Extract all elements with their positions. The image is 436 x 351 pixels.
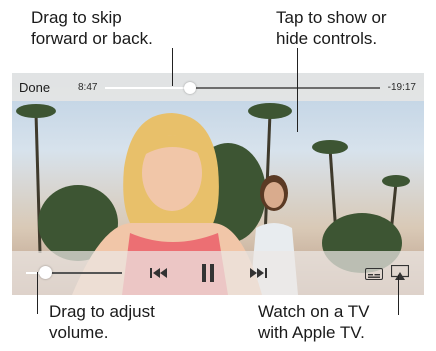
airplay-icon (391, 265, 409, 280)
leader-tv (398, 275, 399, 315)
callout-tap-line1: Tap to show or (276, 8, 387, 27)
callout-tv-line2: with Apple TV. (258, 323, 365, 342)
callout-tv-line1: Watch on a TV (258, 302, 370, 321)
callout-skip-line1: Drag to skip (31, 8, 122, 27)
bottom-control-bar (12, 251, 424, 295)
pause-icon (202, 264, 214, 282)
volume-knob[interactable] (38, 266, 52, 279)
callout-skip-line2: forward or back. (31, 29, 153, 48)
rewind-button[interactable] (149, 265, 169, 281)
elapsed-time: 8:47 (78, 82, 98, 93)
leader-skip (172, 48, 173, 86)
subtitles-icon (365, 268, 383, 280)
top-control-bar: Done 8:47 -19:17 (12, 73, 424, 101)
rewind-icon (150, 268, 167, 278)
callout-skip: Drag to skip forward or back. (31, 7, 153, 49)
video-frame[interactable]: Done 8:47 -19:17 (12, 73, 424, 295)
leader-volume (37, 272, 38, 314)
remaining-time: -19:17 (387, 82, 416, 93)
done-button[interactable]: Done (19, 80, 50, 95)
callout-volume-line1: Drag to adjust (49, 302, 155, 321)
fast-forward-button[interactable] (248, 265, 268, 281)
scrubber-knob[interactable] (184, 82, 197, 94)
callout-volume-line2: volume. (49, 323, 109, 342)
leader-tap (297, 48, 298, 132)
callout-tap: Tap to show or hide controls. (276, 7, 387, 49)
callout-volume: Drag to adjust volume. (49, 301, 155, 343)
callout-tap-line2: hide controls. (276, 29, 378, 48)
pause-button[interactable] (201, 262, 215, 284)
fast-forward-icon (250, 268, 267, 278)
airplay-button[interactable] (391, 265, 409, 281)
scrubber-progress (105, 87, 191, 89)
callout-apple-tv: Watch on a TV with Apple TV. (258, 301, 370, 343)
subtitles-button[interactable] (365, 268, 383, 280)
volume-slider-track[interactable] (26, 266, 122, 279)
scrubber-track[interactable] (105, 82, 380, 94)
